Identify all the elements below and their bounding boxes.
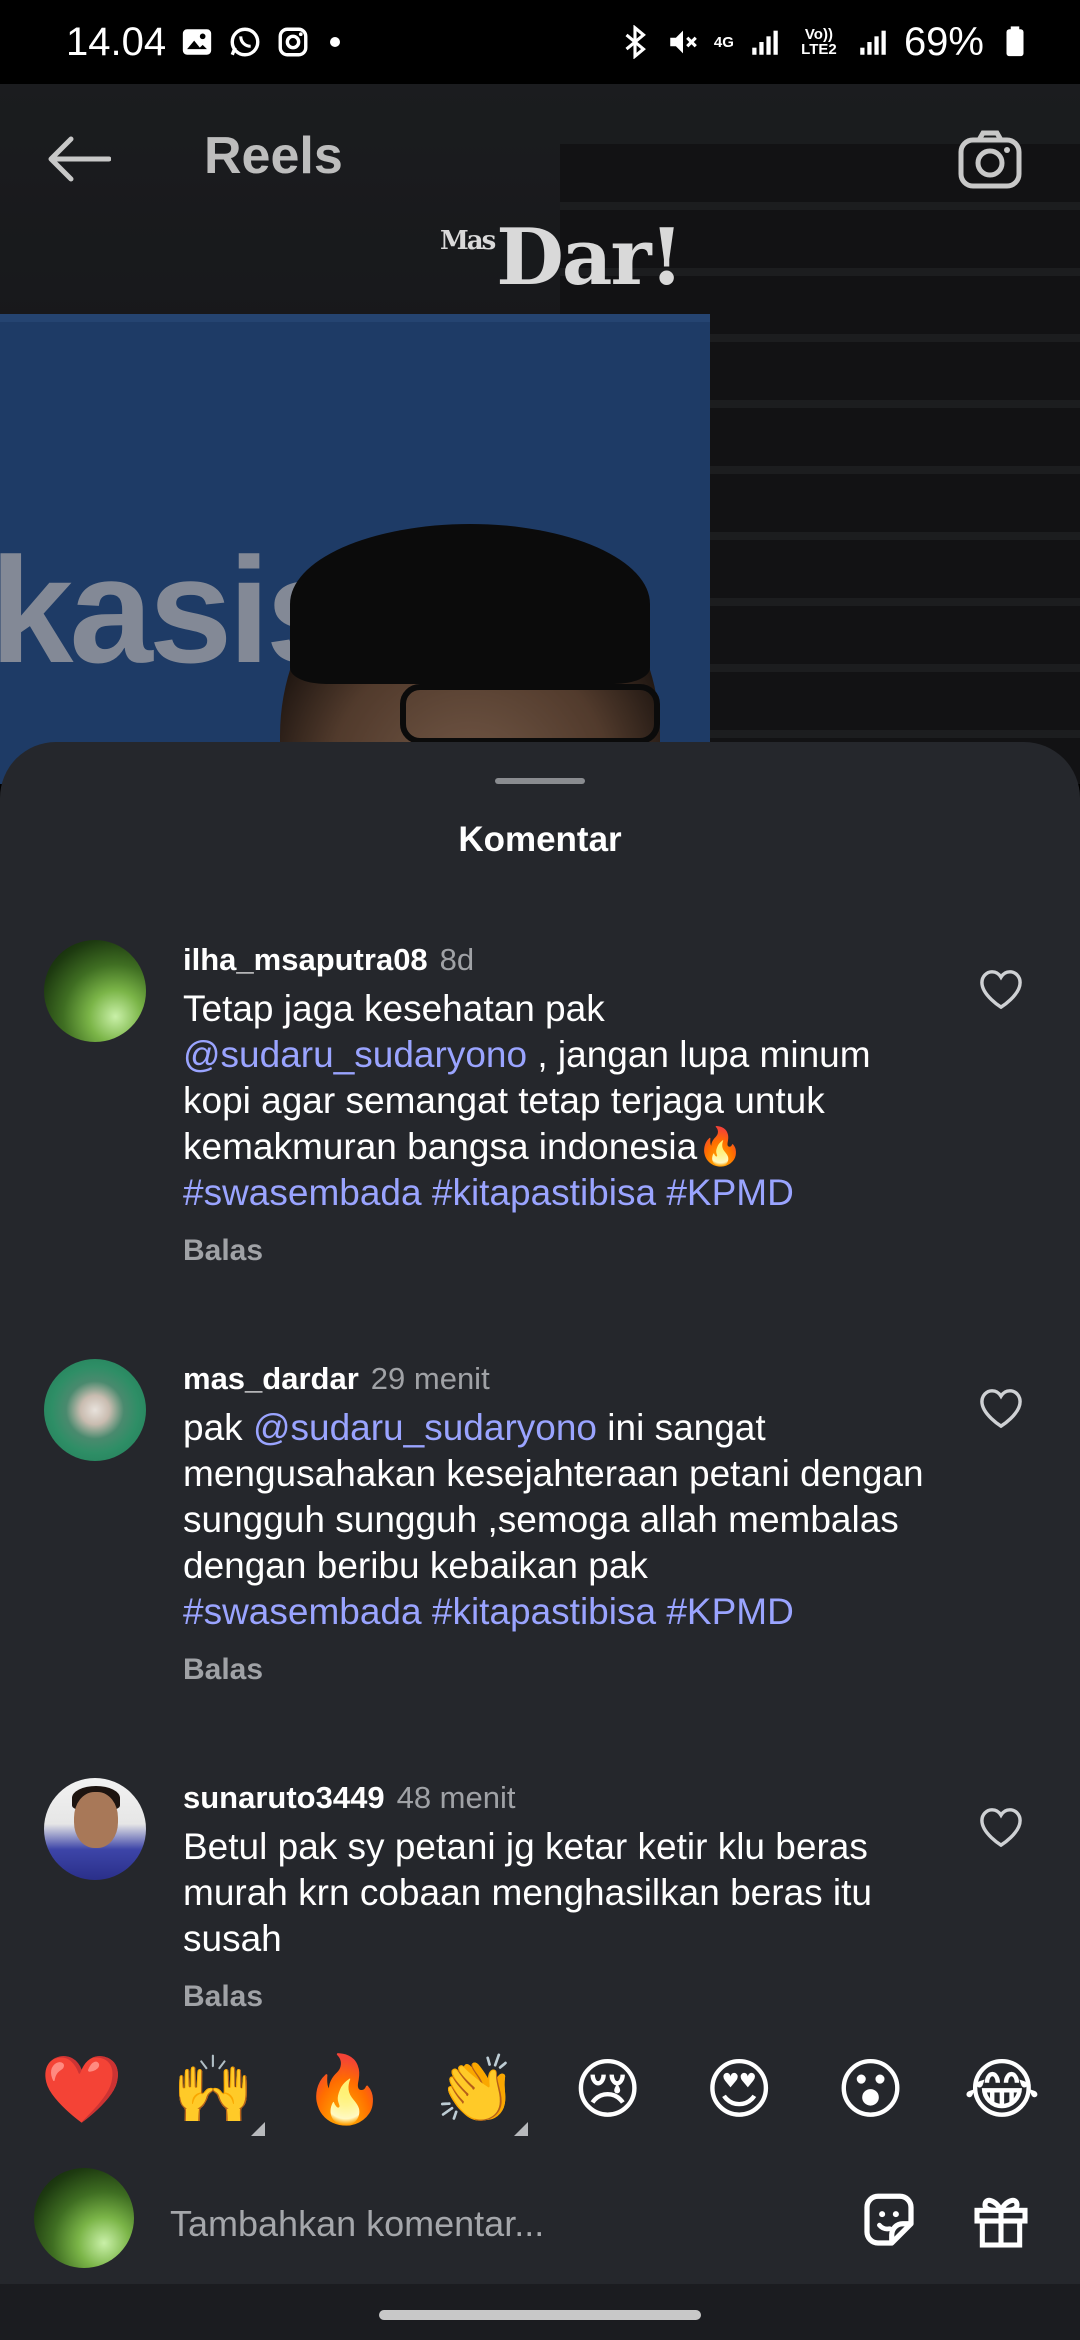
emoji-glyph: 👏 bbox=[435, 2051, 518, 2128]
hashtag-links[interactable]: #swasembada #kitapastibisa #KPMD bbox=[183, 1591, 794, 1632]
reply-button[interactable]: Balas bbox=[183, 1980, 943, 2014]
heart-eyes-emoji-button[interactable]: 😍 bbox=[697, 2048, 781, 2132]
page-title: Reels bbox=[204, 127, 343, 185]
signal-icon-1 bbox=[748, 25, 782, 59]
comment-body: ilha_msaputra08 8d Tetap jaga kesehatan p… bbox=[183, 940, 943, 1268]
comment-meta: ilha_msaputra08 8d bbox=[183, 940, 943, 980]
bluetooth-icon bbox=[618, 25, 652, 59]
back-button[interactable] bbox=[38, 124, 118, 194]
emoji-reaction-bar: ❤️ 🙌 🔥 👏 😢 😍 😮 😂 bbox=[0, 2048, 1080, 2138]
gift-button[interactable] bbox=[966, 2186, 1036, 2256]
comment-time: 48 menit bbox=[396, 1780, 516, 1815]
volte-badge: Vo)) LTE2 bbox=[801, 26, 837, 58]
skin-tone-indicator bbox=[514, 2122, 529, 2136]
comment-meta: sunaruto3449 48 menit bbox=[183, 1778, 943, 1818]
sheet-title: Komentar bbox=[458, 820, 622, 859]
reels-header: Reels bbox=[0, 110, 1080, 210]
user-avatar bbox=[34, 2168, 134, 2268]
camera-button[interactable] bbox=[952, 122, 1028, 198]
surprised-emoji-button[interactable]: 😮 bbox=[829, 2048, 913, 2132]
clock: 14.04 bbox=[66, 19, 167, 64]
watermark-main: Dar! bbox=[496, 212, 684, 303]
like-button[interactable] bbox=[974, 962, 1028, 1016]
avatar[interactable] bbox=[44, 940, 146, 1042]
like-button[interactable] bbox=[974, 1800, 1028, 1854]
video-watermark: MasDar! bbox=[440, 212, 684, 303]
reply-button[interactable]: Balas bbox=[183, 1653, 943, 1687]
comment-text-part: pak bbox=[183, 1407, 253, 1448]
mention-link[interactable]: @sudaru_sudaryono bbox=[183, 1034, 527, 1075]
comment-username[interactable]: mas_dardar bbox=[183, 1361, 359, 1396]
sticker-button[interactable] bbox=[854, 2186, 924, 2256]
status-left: 14.04 bbox=[66, 19, 341, 65]
comment-time: 29 menit bbox=[370, 1361, 490, 1396]
comment-text-part: Tetap jaga kesehatan pak bbox=[183, 988, 605, 1029]
drag-handle[interactable] bbox=[495, 778, 585, 784]
comment-text: pak @sudaru_sudaryono ini sangat mengusa… bbox=[183, 1405, 943, 1635]
status-right: 4G Vo)) LTE2 69% bbox=[618, 20, 1032, 65]
gallery-icon bbox=[180, 25, 214, 59]
like-button[interactable] bbox=[974, 1381, 1028, 1435]
sticker-icon bbox=[864, 2193, 914, 2246]
fire-emoji-button[interactable]: 🔥 bbox=[303, 2048, 387, 2132]
heart-icon bbox=[980, 970, 1022, 1010]
clap-emoji-button[interactable]: 👏 bbox=[434, 2048, 529, 2136]
signal-icon-2 bbox=[856, 25, 890, 59]
raised-hands-emoji-button[interactable]: 🙌 bbox=[171, 2048, 266, 2136]
reply-button[interactable]: Balas bbox=[183, 1234, 943, 1268]
comment-username[interactable]: sunaruto3449 bbox=[183, 1780, 385, 1815]
comment-input[interactable] bbox=[170, 2194, 810, 2254]
home-gesture-pill[interactable] bbox=[379, 2310, 701, 2320]
heart-icon bbox=[980, 1808, 1022, 1848]
notification-dot bbox=[330, 37, 341, 47]
mute-icon bbox=[666, 25, 700, 59]
watermark-small: Mas bbox=[440, 226, 496, 256]
battery-icon bbox=[998, 25, 1032, 59]
gift-icon bbox=[974, 2197, 1028, 2248]
crying-emoji-button[interactable]: 😢 bbox=[566, 2048, 650, 2132]
comment-time: 8d bbox=[439, 942, 475, 977]
comment-text: Betul pak sy petani jg ketar ketir klu b… bbox=[183, 1826, 872, 1959]
avatar-face bbox=[74, 1792, 118, 1848]
avatar[interactable] bbox=[44, 1359, 146, 1461]
hashtag-links[interactable]: #swasembada #kitapastibisa #KPMD bbox=[183, 1172, 794, 1213]
comment-body: mas_dardar 29 menit pak @sudaru_sudaryono… bbox=[183, 1359, 943, 1687]
comment-body: sunaruto3449 48 menit Betul pak sy petani… bbox=[183, 1778, 943, 2014]
whatsapp-icon bbox=[228, 25, 262, 59]
heart-icon bbox=[980, 1389, 1022, 1429]
emoji-glyph: 🙌 bbox=[172, 2051, 255, 2128]
avatar[interactable] bbox=[44, 1778, 146, 1880]
battery-percent: 69% bbox=[903, 19, 984, 64]
comment-composer bbox=[0, 2164, 1080, 2284]
status-bar: 14.04 4G Vo)) LTE2 69% bbox=[0, 0, 1080, 84]
comment-username[interactable]: ilha_msaputra08 bbox=[183, 942, 428, 977]
comment-meta: mas_dardar 29 menit bbox=[183, 1359, 943, 1399]
skin-tone-indicator bbox=[251, 2122, 266, 2136]
mention-link[interactable]: @sudaru_sudaryono bbox=[253, 1407, 597, 1448]
heart-emoji-button[interactable]: ❤️ bbox=[40, 2048, 124, 2132]
back-arrow-icon bbox=[48, 136, 111, 182]
camera-icon bbox=[958, 130, 1022, 189]
laughing-emoji-button[interactable]: 😂 bbox=[960, 2048, 1044, 2132]
network-type: 4G bbox=[713, 33, 734, 51]
instagram-icon bbox=[276, 25, 310, 59]
comment-text: Tetap jaga kesehatan pak @sudaru_sudaryo… bbox=[183, 986, 943, 1216]
